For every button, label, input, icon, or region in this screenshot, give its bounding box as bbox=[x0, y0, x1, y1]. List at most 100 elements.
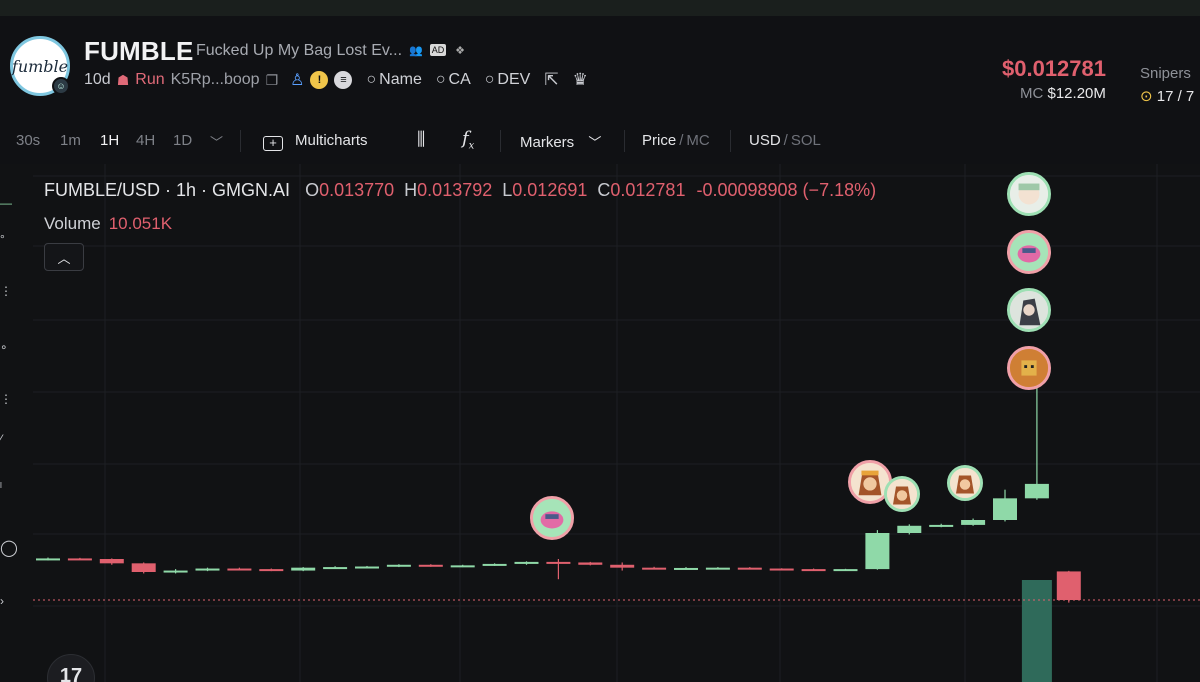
copy-icon[interactable]: ❐ bbox=[266, 72, 279, 89]
holders-icon: 👥 bbox=[409, 44, 423, 57]
current-price: $0.012781 bbox=[1002, 56, 1106, 81]
trader-avatar-marker[interactable] bbox=[1007, 288, 1051, 332]
markers-dropdown[interactable]: Markers ﹀ bbox=[520, 132, 601, 151]
volume-value: 10.051K bbox=[108, 214, 173, 233]
plus-icon: + bbox=[263, 136, 283, 151]
trendline-tool-icon[interactable]: ° bbox=[0, 232, 5, 246]
legend-open: 0.013770 bbox=[319, 180, 395, 200]
search-ca-label: CA bbox=[448, 71, 471, 88]
fib-tool-icon[interactable]: ⋮ bbox=[0, 284, 12, 298]
candle-up bbox=[833, 569, 858, 572]
volume-label: Volume bbox=[44, 214, 101, 233]
candle-down bbox=[578, 562, 603, 565]
legend-close: 0.012781 bbox=[610, 180, 686, 200]
legend-open-label: O bbox=[305, 180, 320, 200]
trader-avatar-marker[interactable] bbox=[530, 496, 574, 540]
legend-close-label: C bbox=[597, 180, 611, 200]
candle-up bbox=[993, 498, 1017, 520]
list-icon[interactable]: ≡ bbox=[334, 71, 353, 89]
candle-down bbox=[642, 567, 667, 570]
toolbar-divider bbox=[624, 130, 625, 152]
volume-legend: Volume 10.051K bbox=[44, 214, 172, 234]
text-tool-icon[interactable]: ˡ bbox=[0, 480, 2, 494]
trader-avatar-marker[interactable] bbox=[1007, 172, 1051, 216]
candle-up bbox=[355, 566, 379, 569]
crown-icon[interactable]: ♛ bbox=[573, 70, 588, 90]
interval-1m[interactable]: 1m bbox=[60, 132, 81, 149]
candle-up bbox=[705, 567, 730, 570]
token-logo[interactable]: fumble ☺ bbox=[10, 36, 70, 96]
search-name-link[interactable]: ○ Name bbox=[366, 71, 421, 89]
candle-up bbox=[1024, 483, 1049, 499]
chef-hat-icon: ☗ bbox=[116, 71, 130, 88]
candle-down bbox=[418, 564, 443, 567]
snipers-label: Snipers bbox=[1140, 65, 1191, 82]
trader-avatar-marker[interactable] bbox=[1007, 230, 1051, 274]
candle-up bbox=[386, 564, 411, 567]
avatar-face-icon bbox=[1010, 349, 1048, 387]
candle-up bbox=[929, 524, 954, 527]
candle-down bbox=[1056, 571, 1081, 601]
brush-tool-icon[interactable]: ⁄ bbox=[0, 432, 2, 446]
run-label: Run bbox=[135, 71, 165, 88]
token-meta-row: 10d ☗ Run K5Rp...boop ❐ ♙ ! ≡ ○ Name ○ C… bbox=[84, 70, 594, 90]
search-icon: ○ bbox=[435, 71, 446, 88]
search-icon: ○ bbox=[484, 71, 495, 88]
legend-high: 0.013792 bbox=[417, 180, 493, 200]
pattern-tool-icon[interactable]: ∘ bbox=[0, 340, 8, 354]
token-header: fumble ☺ FUMBLE Fucked Up My Bag Lost Ev… bbox=[0, 16, 1200, 120]
search-ca-link[interactable]: ○ CA bbox=[436, 71, 471, 89]
price-mc-toggle[interactable]: Price / MC bbox=[642, 132, 710, 149]
user-icon[interactable]: ♙ bbox=[290, 70, 304, 90]
warning-icon[interactable]: ! bbox=[310, 71, 329, 89]
avatar-face-icon bbox=[950, 468, 980, 498]
toolbar-divider bbox=[730, 130, 731, 152]
legend-change: -0.00098908 (−7.18%) bbox=[696, 180, 877, 200]
currency-toggle[interactable]: USD / SOL bbox=[749, 132, 821, 149]
legend-high-label: H bbox=[404, 180, 418, 200]
candle-up bbox=[482, 563, 507, 566]
measure-tool-icon[interactable]: ◯ bbox=[0, 538, 18, 558]
indicators-fx-icon[interactable]: fx bbox=[462, 128, 474, 152]
multicharts-button[interactable]: + Multicharts bbox=[263, 132, 368, 151]
avatar-face-icon bbox=[887, 479, 917, 509]
interval-1h[interactable]: 1H bbox=[100, 132, 119, 149]
zoom-tool-icon[interactable]: › bbox=[0, 594, 4, 608]
token-platform-badge-icon: ☺ bbox=[52, 77, 70, 95]
interval-dropdown-chevron-icon[interactable]: ﹀ bbox=[210, 132, 223, 151]
interval-1d[interactable]: 1D bbox=[173, 132, 192, 149]
projection-tool-icon[interactable]: ⋮ bbox=[0, 392, 12, 406]
trader-avatar-marker[interactable] bbox=[884, 476, 920, 512]
collapse-legend-button[interactable]: ︿ bbox=[44, 243, 84, 271]
candle-up bbox=[291, 567, 316, 571]
trader-avatar-marker[interactable] bbox=[1007, 346, 1051, 390]
search-dev-link[interactable]: ○ DEV bbox=[485, 71, 531, 89]
candle-style-icon[interactable]: ⫼ bbox=[417, 129, 425, 150]
avatar-face-icon bbox=[1010, 233, 1048, 271]
candle-down bbox=[801, 569, 826, 572]
chart-toolbar: 30s 1m 1H 4H 1D ﹀ + Multicharts ⫼ fx Mark… bbox=[0, 122, 1200, 160]
toggle-slash: / bbox=[783, 132, 788, 149]
token-badges: 👥 AD ❖ bbox=[408, 42, 468, 58]
trophy-icon: ❖ bbox=[455, 44, 465, 57]
external-link-icon[interactable]: ⇱ bbox=[544, 70, 558, 90]
drawing-toolbar: — ° ⋮ ∘ ⋮ ⁄ ˡ ◯ › bbox=[0, 164, 18, 682]
trader-avatar-marker[interactable] bbox=[947, 465, 983, 501]
interval-30s[interactable]: 30s bbox=[16, 132, 40, 149]
avatar-face-icon bbox=[1010, 291, 1048, 329]
ohlc-legend: FUMBLE/USD · 1h · GMGN.AI O0.013770 H0.0… bbox=[44, 180, 876, 201]
toolbar-divider bbox=[240, 130, 241, 152]
candle-up bbox=[36, 558, 60, 561]
contract-address[interactable]: K5Rp...boop bbox=[171, 71, 260, 89]
interval-4h[interactable]: 4H bbox=[136, 132, 155, 149]
candle-down bbox=[610, 564, 635, 568]
legend-low-label: L bbox=[502, 180, 513, 200]
markers-label: Markers bbox=[520, 134, 575, 151]
sol-toggle: SOL bbox=[790, 132, 821, 149]
target-icon: ⊙ bbox=[1140, 88, 1153, 105]
candle-up bbox=[195, 568, 220, 571]
token-name: FUMBLE bbox=[84, 36, 194, 66]
price-toggle: Price bbox=[642, 132, 677, 149]
crosshair-tool-icon[interactable]: — bbox=[0, 196, 12, 210]
legend-low: 0.012691 bbox=[512, 180, 588, 200]
